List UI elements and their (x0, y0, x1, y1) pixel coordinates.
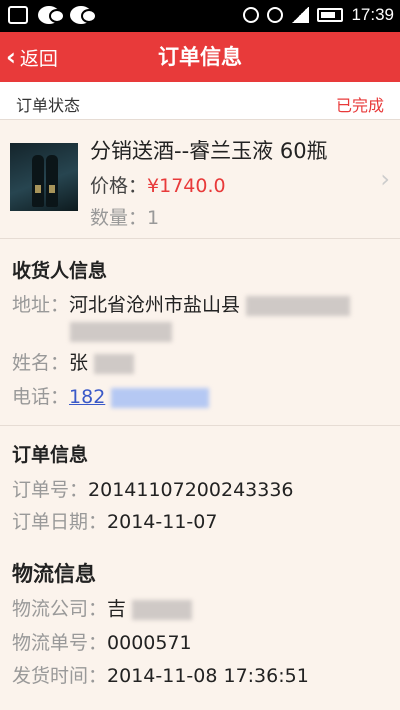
back-button[interactable]: ‹ 返回 (6, 32, 58, 82)
phone-row: 电话：182 (12, 382, 210, 409)
tracking-number-label: 物流单号： (12, 632, 108, 654)
ship-time-row: 发货时间：2014-11-08 17:36:51 (12, 661, 309, 688)
notification-icons (8, 6, 95, 24)
quantity-label: 数量： (90, 207, 148, 229)
redacted-name (94, 353, 135, 374)
price-label: 价格： (90, 175, 148, 197)
chevron-left-icon: ‹ (6, 43, 16, 71)
address-row-continued (70, 320, 172, 342)
name-row: 姓名：张 (12, 348, 135, 375)
phone-value: 182 (69, 386, 106, 408)
address-value: 河北省沧州市盐山县 (69, 294, 241, 316)
redacted-company (132, 599, 193, 620)
signal-icon (291, 7, 310, 23)
name-label: 姓名： (12, 352, 70, 374)
product-price: 价格：¥1740.0 (90, 171, 226, 198)
wechat-icon (38, 6, 63, 24)
address-row: 地址：河北省沧州市盐山县 (12, 290, 351, 317)
order-date-label: 订单日期： (12, 511, 108, 533)
order-number-value: 20141107200243336 (88, 479, 294, 501)
logistics-company-value: 吉 (107, 598, 127, 620)
tracking-number-value: 0000571 (107, 632, 192, 654)
logistics-section: 物流信息 物流公司：吉 物流单号：0000571 发货时间：2014-11-08… (0, 546, 400, 710)
logistics-title: 物流信息 (12, 562, 96, 586)
order-date-value: 2014-11-07 (107, 511, 218, 533)
back-label: 返回 (19, 47, 58, 70)
address-label: 地址： (12, 294, 70, 316)
order-status-row: 订单状态 已完成 (0, 82, 400, 120)
wechat-icon-2 (70, 6, 95, 24)
mute-icon (243, 7, 260, 23)
order-number-row: 订单号：20141107200243336 (12, 475, 294, 502)
logistics-company-label: 物流公司： (12, 598, 108, 620)
status-bar: 17:39 (0, 0, 400, 32)
ship-time-value: 2014-11-08 17:36:51 (107, 665, 309, 687)
product-thumbnail (10, 143, 78, 211)
product-name: 分销送酒--睿兰玉液 60瓶 (90, 139, 328, 163)
phone-label: 电话： (12, 386, 70, 408)
bottle-icon (46, 155, 58, 207)
recipient-title: 收货人信息 (12, 260, 108, 282)
system-icons: 17:39 (243, 5, 394, 25)
redacted-address (246, 295, 351, 316)
order-status-label: 订单状态 (16, 96, 81, 115)
order-info-section: 订单信息 订单号：20141107200243336 订单日期：2014-11-… (0, 426, 400, 546)
logistics-company-row: 物流公司：吉 (12, 594, 193, 621)
order-number-label: 订单号： (12, 479, 89, 501)
quantity-value: 1 (147, 207, 160, 229)
order-info-title: 订单信息 (12, 444, 89, 466)
app-notification-icon (8, 6, 28, 24)
alarm-icon (267, 7, 284, 23)
bottle-icon (32, 155, 44, 207)
redacted-phone (111, 387, 210, 408)
battery-icon (317, 8, 344, 22)
order-date-row: 订单日期：2014-11-07 (12, 507, 217, 534)
chevron-right-icon: › (380, 165, 390, 193)
name-value: 张 (69, 352, 89, 374)
price-value: ¥1740.0 (147, 175, 226, 197)
product-item[interactable]: 分销送酒--睿兰玉液 60瓶 价格：¥1740.0 数量：1 › (0, 121, 400, 239)
tracking-number-row: 物流单号：0000571 (12, 628, 192, 655)
order-status-value: 已完成 (335, 96, 384, 115)
clock-time: 17:39 (351, 5, 394, 24)
ship-time-label: 发货时间： (12, 665, 108, 687)
redacted-address-line2 (70, 321, 172, 342)
app-header: ‹ 返回 订单信息 (0, 32, 400, 82)
recipient-section: 收货人信息 地址：河北省沧州市盐山县 姓名：张 电话：182 (0, 240, 400, 424)
phone-link[interactable]: 182 (69, 386, 105, 408)
product-quantity: 数量：1 (90, 203, 159, 230)
page-title: 订单信息 (158, 45, 242, 69)
